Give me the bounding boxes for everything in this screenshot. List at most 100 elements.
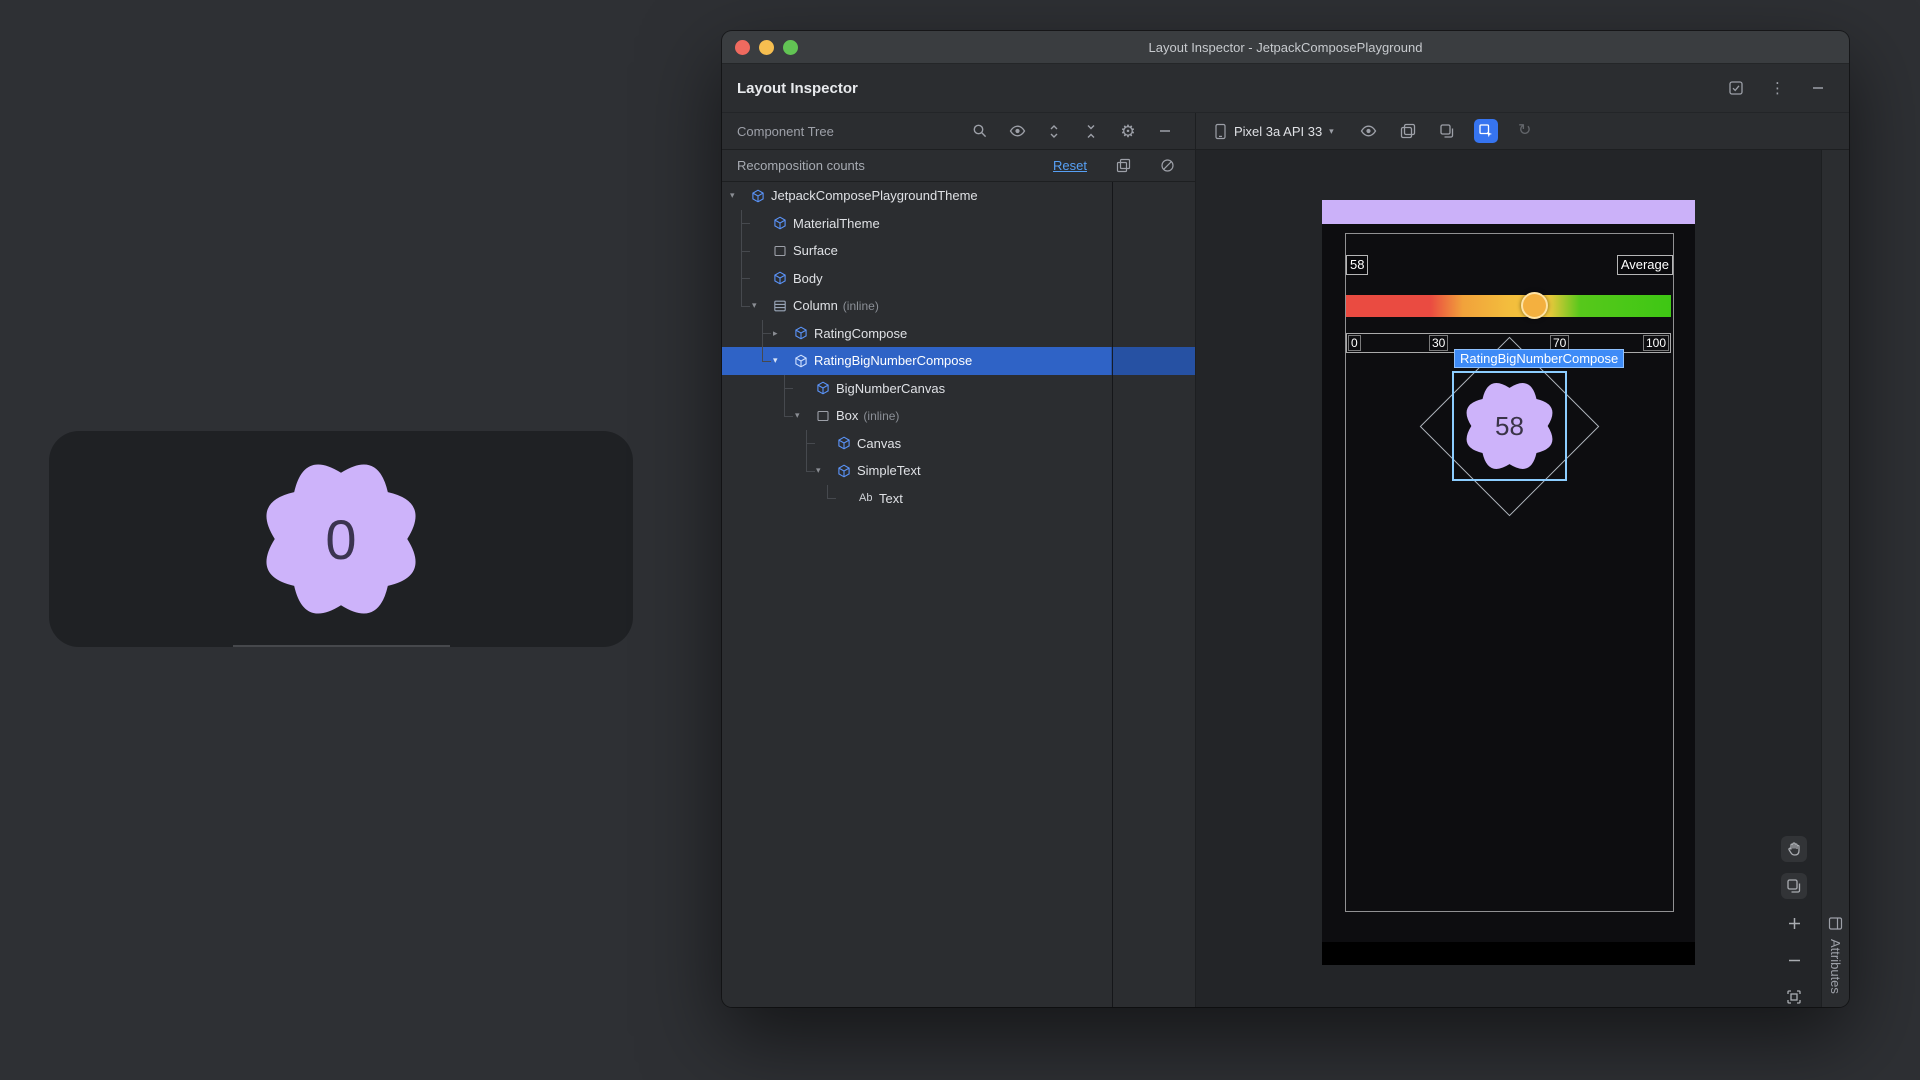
tree-row-label: BigNumberCanvas xyxy=(836,381,945,396)
device-visibility-icon[interactable] xyxy=(1357,119,1381,143)
toolbar-row: Component Tree ⚙ Pixel 3a API 33 ▾ xyxy=(722,113,1849,150)
tree-row-label: RatingCompose xyxy=(814,326,907,341)
window-title: Layout Inspector - JetpackComposePlaygro… xyxy=(1149,40,1423,55)
device-rating-badge: 58 xyxy=(1454,373,1565,479)
compose-node-icon xyxy=(837,436,857,450)
tree-row-surface[interactable]: Surface xyxy=(722,237,1195,265)
select-mode-icon[interactable] xyxy=(1474,119,1498,143)
close-window-button[interactable] xyxy=(735,40,750,55)
settings-gear-icon[interactable]: ⚙ xyxy=(1116,119,1140,143)
tree-row-ratingbignumbercompose-selected[interactable]: ▾ RatingBigNumberCompose xyxy=(722,347,1195,375)
chevron-down-icon[interactable]: ▾ xyxy=(773,355,794,366)
tree-row-label: Box xyxy=(836,408,858,423)
device-toolbar: Pixel 3a API 33 ▾ ↻ xyxy=(1196,113,1849,149)
refresh-icon[interactable]: ↻ xyxy=(1513,119,1537,143)
selection-tooltip: RatingBigNumberCompose xyxy=(1454,349,1624,368)
hide-panel-icon[interactable] xyxy=(1153,119,1177,143)
tree-row-label: Surface xyxy=(793,243,838,258)
layer-spacing-icon[interactable] xyxy=(1781,873,1807,899)
tree-row-label: MaterialTheme xyxy=(793,216,880,231)
attributes-tab[interactable]: Attributes xyxy=(1822,916,1849,994)
tool-window-title: Layout Inspector xyxy=(737,80,858,97)
device-status-bar xyxy=(1322,200,1695,224)
tree-row-text[interactable]: Ab Text xyxy=(722,485,1195,513)
tool-window-header: Layout Inspector ⋮ xyxy=(722,64,1849,113)
pan-icon[interactable] xyxy=(1781,836,1807,862)
layers-icon[interactable] xyxy=(1435,119,1459,143)
inline-suffix: (inline) xyxy=(863,409,899,423)
app-preview-card: 0 xyxy=(49,431,633,647)
zoom-fit-icon[interactable] xyxy=(1781,984,1807,1007)
device-selector[interactable]: Pixel 3a API 33 ▾ xyxy=(1214,123,1334,140)
tree-row-jetpackcomposeplaygroundtheme[interactable]: ▾ JetpackComposePlaygroundTheme xyxy=(722,182,1195,210)
tree-guide xyxy=(741,278,750,279)
reset-link[interactable]: Reset xyxy=(1053,158,1087,173)
component-tree-panel: Recomposition counts Reset xyxy=(722,150,1196,1007)
tree-guide xyxy=(784,388,793,389)
component-tree: ▾ JetpackComposePlaygroundTheme Material… xyxy=(722,182,1195,1007)
device-render-panel[interactable]: 58 Average 0 30 70 100 RatingBigNumberCo… xyxy=(1196,150,1821,1007)
device-rating-value: 58 xyxy=(1346,255,1368,275)
component-tree-label: Component Tree xyxy=(737,124,834,139)
surface-node-icon xyxy=(773,244,793,258)
expand-all-icon[interactable] xyxy=(1042,119,1066,143)
tree-row-label: Text xyxy=(879,491,903,506)
counts-column-divider xyxy=(1112,182,1113,1007)
copy-icon[interactable] xyxy=(1111,154,1135,178)
card-underline xyxy=(233,645,450,647)
maximize-window-button[interactable] xyxy=(783,40,798,55)
tree-row-label: Column xyxy=(793,298,838,313)
snapshot-icon[interactable] xyxy=(1396,119,1420,143)
chevron-down-icon[interactable]: ▾ xyxy=(816,465,837,476)
tree-row-label: JetpackComposePlaygroundTheme xyxy=(771,188,978,203)
tree-guide xyxy=(806,471,815,472)
tree-guide xyxy=(762,320,763,361)
attributes-panel-icon xyxy=(1828,916,1843,931)
select-check-icon[interactable] xyxy=(1728,80,1744,96)
search-icon[interactable] xyxy=(968,119,992,143)
tree-guide xyxy=(741,223,750,224)
right-tool-stripe: Attributes xyxy=(1821,150,1849,1007)
rating-gradient-bar xyxy=(1346,295,1671,317)
device-label: Pixel 3a API 33 xyxy=(1234,124,1322,139)
chevron-right-icon[interactable]: ▸ xyxy=(773,328,794,339)
tree-row-label: RatingBigNumberCompose xyxy=(814,353,972,368)
window-titlebar: Layout Inspector - JetpackComposePlaygro… xyxy=(722,31,1849,64)
compose-node-icon xyxy=(773,271,793,285)
tree-guide xyxy=(741,251,750,252)
view-controls xyxy=(1781,836,1807,1007)
tree-guide xyxy=(827,485,828,499)
zoom-out-icon[interactable] xyxy=(1781,947,1807,973)
tree-row-body[interactable]: Body xyxy=(722,265,1195,293)
zoom-in-icon[interactable] xyxy=(1781,910,1807,936)
tree-row-ratingcompose[interactable]: ▸ RatingCompose xyxy=(722,320,1195,348)
chevron-down-icon[interactable]: ▾ xyxy=(795,410,816,421)
component-tree-toolbar: Component Tree ⚙ xyxy=(722,113,1196,149)
minimize-window-button[interactable] xyxy=(759,40,774,55)
tree-guide xyxy=(784,375,785,416)
clear-counts-icon[interactable] xyxy=(1155,154,1179,178)
recomposition-label: Recomposition counts xyxy=(737,158,865,173)
tree-guide xyxy=(762,361,771,362)
compose-node-icon xyxy=(773,216,793,230)
more-options-icon[interactable]: ⋮ xyxy=(1770,81,1785,96)
box-node-icon xyxy=(816,409,836,423)
tree-row-simpletext[interactable]: ▾ SimpleText xyxy=(722,457,1195,485)
visibility-icon[interactable] xyxy=(1005,119,1029,143)
hide-tool-window-icon[interactable] xyxy=(1811,81,1825,95)
recomposition-header: Recomposition counts Reset xyxy=(722,150,1195,182)
collapse-all-icon[interactable] xyxy=(1079,119,1103,143)
traffic-lights xyxy=(735,31,798,64)
compose-node-icon xyxy=(816,381,836,395)
tree-row-canvas[interactable]: Canvas xyxy=(722,430,1195,458)
tree-row-column[interactable]: ▾ Column (inline) xyxy=(722,292,1195,320)
text-node-icon: Ab xyxy=(859,492,879,504)
scale-tick: 30 xyxy=(1429,335,1448,351)
chevron-down-icon[interactable]: ▾ xyxy=(730,190,751,201)
chevron-down-icon[interactable]: ▾ xyxy=(752,300,773,311)
tree-guide xyxy=(784,416,793,417)
tree-guide xyxy=(806,443,815,444)
tree-row-materialtheme[interactable]: MaterialTheme xyxy=(722,210,1195,238)
layout-inspector-window: Layout Inspector - JetpackComposePlaygro… xyxy=(722,31,1849,1007)
device-nav-bar xyxy=(1322,942,1695,965)
